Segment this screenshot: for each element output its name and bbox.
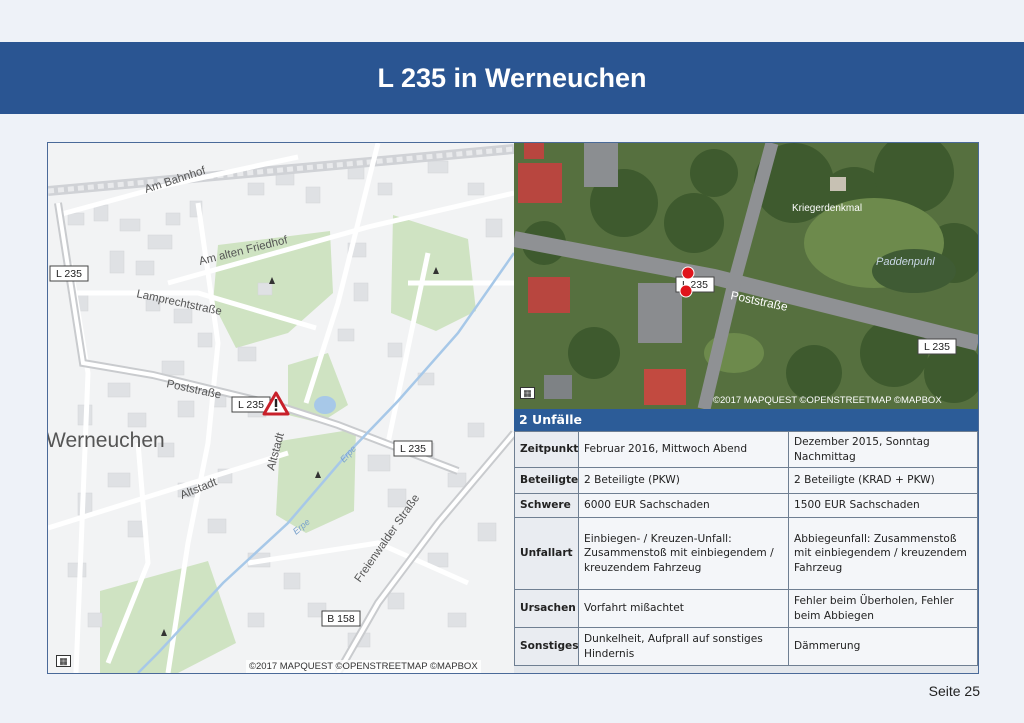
cell-accident-2: Dezember 2015, Sonntag Nachmittag [788, 431, 978, 468]
aerial-map-attribution[interactable]: ©2017 MAPQUEST ©OPENSTREETMAP ©MAPBOX [710, 394, 945, 407]
slide-title: L 235 in Werneuchen [377, 62, 647, 93]
accident-marker-2[interactable] [679, 284, 693, 298]
roof-red-3 [644, 369, 686, 405]
cell-accident-2: Dämmerung [788, 627, 978, 666]
row-label: Ursachen [514, 589, 579, 628]
street-map-canvas: Am Bahnhof Am alten Friedhof Lamprechtst… [48, 143, 514, 673]
label-kriegerdenkmal: Kriegerdenkmal [792, 203, 862, 214]
table-row: Ursachen Vorfahrt mißachtet Fehler beim … [514, 589, 978, 628]
title-bar: L 235 in Werneuchen [0, 42, 1024, 114]
content-frame: Am Bahnhof Am alten Friedhof Lamprechtst… [47, 142, 979, 674]
svg-text:L 235: L 235 [56, 268, 82, 280]
cell-accident-1: 2 Beteiligte (PKW) [578, 467, 789, 494]
cell-accident-2: 1500 EUR Sachschaden [788, 493, 978, 518]
town-label: Werneuchen [48, 429, 165, 452]
shield-l235-top: L 235 [49, 265, 89, 282]
roof-red-2 [528, 277, 570, 313]
table-row: Sonstiges Dunkelheit, Aufprall auf sonst… [514, 627, 978, 666]
aerial-shield-l235-east: L 235 [917, 338, 957, 355]
row-label: Unfallart [514, 517, 579, 590]
cell-accident-1: Einbiegen- / Kreuzen-Unfall: Zusammensto… [578, 517, 789, 590]
row-label: Sonstiges [514, 627, 579, 666]
cell-accident-2: 2 Beteiligte (KRAD + PKW) [788, 467, 978, 494]
roof-red-4 [524, 143, 544, 159]
table-row: Beteiligte 2 Beteiligte (PKW) 2 Beteilig… [514, 467, 978, 494]
roof-grey-3 [544, 375, 572, 399]
accident-table: Zeitpunkt Februar 2016, Mittwoch Abend D… [514, 431, 978, 666]
roof-grey-2 [638, 283, 682, 343]
shield-l235-center: L 235 [231, 396, 271, 413]
accident-panel: 2 Unfälle Zeitpunkt Februar 2016, Mittwo… [514, 409, 978, 673]
table-row: Unfallart Einbiegen- / Kreuzen-Unfall: Z… [514, 517, 978, 590]
roof-red-1 [518, 163, 562, 203]
table-row: Zeitpunkt Februar 2016, Mittwoch Abend D… [514, 431, 978, 468]
shield-b158: B 158 [321, 610, 361, 627]
page-number: Seite 25 [928, 683, 980, 699]
aerial-book-icon[interactable]: ▦ [520, 387, 535, 399]
book-icon[interactable]: ▦ [56, 655, 71, 667]
cell-accident-1: Vorfahrt mißachtet [578, 589, 789, 628]
label-paddenpuhl: Paddenpuhl [876, 256, 935, 268]
aerial-map[interactable]: Kriegerdenkmal Paddenpuhl Poststraße L 2… [514, 143, 978, 409]
park-south [276, 429, 356, 533]
label-freienwalder-strasse: Freienwalder Straße [353, 492, 423, 584]
row-label: Schwere [514, 493, 579, 518]
aerial-map-canvas: Kriegerdenkmal Paddenpuhl Poststraße L 2… [514, 143, 978, 409]
pond [314, 396, 336, 414]
street-map-attribution[interactable]: ©2017 MAPQUEST ©OPENSTREETMAP ©MAPBOX [246, 660, 481, 673]
cell-accident-1: Dunkelheit, Aufprall auf sonstiges Hinde… [578, 627, 789, 666]
cell-accident-2: Fehler beim Überholen, Fehler beim Abbie… [788, 589, 978, 628]
svg-text:L 235: L 235 [400, 443, 426, 455]
table-row: Schwere 6000 EUR Sachschaden 1500 EUR Sa… [514, 493, 978, 518]
row-label: Beteiligte [514, 467, 579, 494]
shield-l235-east: L 235 [393, 440, 433, 457]
memorial [830, 177, 846, 191]
svg-text:L 235: L 235 [924, 341, 950, 353]
accident-marker-1[interactable] [681, 266, 695, 280]
row-label: Zeitpunkt [514, 431, 579, 468]
park-southwest [100, 561, 236, 673]
street-map[interactable]: Am Bahnhof Am alten Friedhof Lamprechtst… [48, 143, 514, 673]
cell-accident-1: Februar 2016, Mittwoch Abend [578, 431, 789, 468]
svg-text:L 235: L 235 [238, 399, 264, 411]
roof-grey-1 [584, 143, 618, 187]
cell-accident-2: Abbiegeunfall: Zusammenstoß mit einbiege… [788, 517, 978, 590]
svg-text:B 158: B 158 [327, 613, 355, 625]
accident-panel-header: 2 Unfälle [514, 409, 978, 431]
cell-accident-1: 6000 EUR Sachschaden [578, 493, 789, 518]
